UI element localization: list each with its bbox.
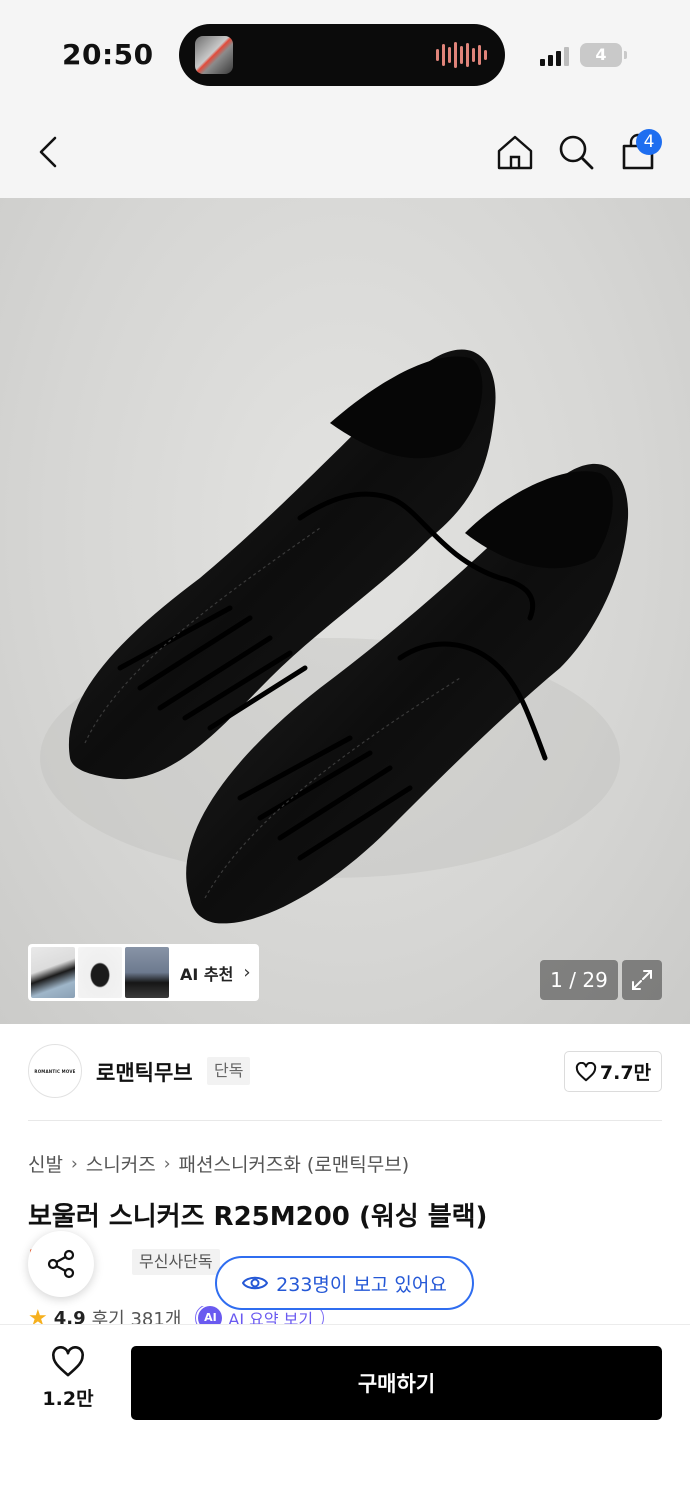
brand-like-count: 7.7만 (599, 1062, 652, 1084)
chevron-left-icon (39, 136, 57, 168)
eye-icon (242, 1276, 269, 1290)
wishlist-button[interactable]: 1.2만 (36, 1346, 100, 1418)
ai-recommend-label: AI 추천 (180, 964, 234, 984)
chevron-right-icon: › (243, 962, 251, 983)
now-playing-thumbnail (195, 36, 233, 74)
search-button[interactable] (552, 128, 600, 176)
viewers-text: 233명이 보고 있어요 (276, 1273, 447, 1296)
product-image[interactable] (0, 198, 690, 1024)
wishlist-count: 1.2만 (42, 1388, 94, 1410)
brand-name[interactable]: 로맨틱무브 (96, 1057, 193, 1087)
brand-logo-text: ROMANTIC MOVE (34, 1068, 76, 1074)
breadcrumb-item[interactable]: 패션스니커즈화 (로맨틱무브) (179, 1150, 410, 1177)
breadcrumb-item[interactable]: 스니커즈 (86, 1150, 156, 1177)
top-nav (0, 110, 690, 198)
signal-icon (540, 46, 569, 66)
home-icon (497, 135, 533, 170)
share-icon (47, 1249, 75, 1279)
ai-thumb-2 (78, 947, 122, 998)
shoes-photo (40, 349, 629, 924)
brand-logo[interactable]: ROMANTIC MOVE (28, 1044, 82, 1098)
share-button[interactable] (28, 1231, 94, 1297)
product-title: 보울러 스니커즈 R25M200 (워싱 블랙) (28, 1202, 488, 1232)
expand-button[interactable] (622, 960, 662, 1000)
image-counter: 1 / 29 (540, 960, 618, 1000)
ai-recommend-button[interactable]: AI 추천 › (28, 944, 259, 1001)
exclusive-badge: 무신사단독 (132, 1249, 220, 1275)
chevron-right-icon: › (70, 1153, 78, 1174)
chevron-right-icon: › (163, 1153, 171, 1174)
status-bar: 20:50 4 (0, 0, 690, 110)
divider (28, 1120, 662, 1121)
ai-thumb-1 (31, 947, 75, 998)
battery-icon: 4 (580, 43, 622, 67)
search-icon (559, 135, 594, 170)
heart-icon (575, 1061, 597, 1081)
status-time: 20:50 (62, 38, 154, 71)
breadcrumb-item[interactable]: 신발 (28, 1150, 63, 1177)
audio-waveform-icon (436, 41, 487, 69)
cart-count-badge: 4 (636, 129, 662, 155)
battery-tip (624, 51, 627, 59)
ai-thumb-3 (125, 947, 169, 998)
exclusive-tag: 단독 (207, 1057, 251, 1085)
viewers-toast: 233명이 보고 있어요 (215, 1256, 474, 1310)
breadcrumb: 신발 › 스니커즈 › 패션스니커즈화 (로맨틱무브) (28, 1150, 409, 1177)
buy-button[interactable]: 구매하기 (131, 1346, 662, 1420)
expand-icon (632, 970, 652, 990)
home-button[interactable] (491, 128, 539, 176)
brand-like-button[interactable]: 7.7만 (564, 1051, 662, 1092)
heart-icon (52, 1346, 84, 1377)
back-button[interactable] (24, 128, 72, 176)
dynamic-island[interactable] (179, 24, 505, 86)
